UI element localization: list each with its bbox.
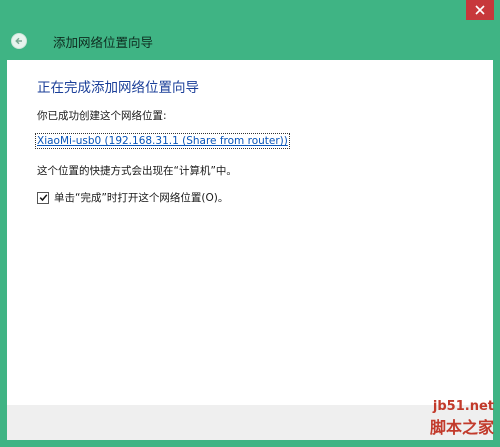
open-location-label: 单击“完成”时打开这个网络位置(O)。 xyxy=(54,192,229,204)
network-location-link[interactable]: XiaoMi-usb0 (192.168.31.1 (Share from ro… xyxy=(35,133,290,149)
watermark-site: jb51.net xyxy=(432,399,494,414)
wizard-window: 添加网络位置向导 正在完成添加网络位置向导 你已成功创建这个网络位置: Xiao… xyxy=(0,0,500,447)
created-text: 你已成功创建这个网络位置: xyxy=(37,110,167,122)
title-bar xyxy=(0,0,500,26)
checkmark-icon xyxy=(39,194,47,202)
open-location-checkbox[interactable] xyxy=(37,191,49,204)
open-location-option[interactable]: 单击“完成”时打开这个网络位置(O)。 xyxy=(37,190,228,205)
close-button[interactable] xyxy=(466,0,494,20)
shortcut-text: 这个位置的快捷方式会出现在“计算机”中。 xyxy=(37,165,237,177)
close-icon xyxy=(475,5,485,15)
watermark-brand: 脚本之家 xyxy=(429,418,494,437)
page-heading: 正在完成添加网络位置向导 xyxy=(37,80,199,96)
back-button[interactable] xyxy=(11,33,27,49)
content-panel: 正在完成添加网络位置向导 你已成功创建这个网络位置: XiaoMi-usb0 (… xyxy=(7,60,493,405)
watermark-logo: jb51.net 脚本之家 xyxy=(360,399,494,443)
wizard-title: 添加网络位置向导 xyxy=(53,35,154,50)
back-arrow-icon xyxy=(15,37,22,45)
wizard-header: 添加网络位置向导 xyxy=(0,26,500,60)
